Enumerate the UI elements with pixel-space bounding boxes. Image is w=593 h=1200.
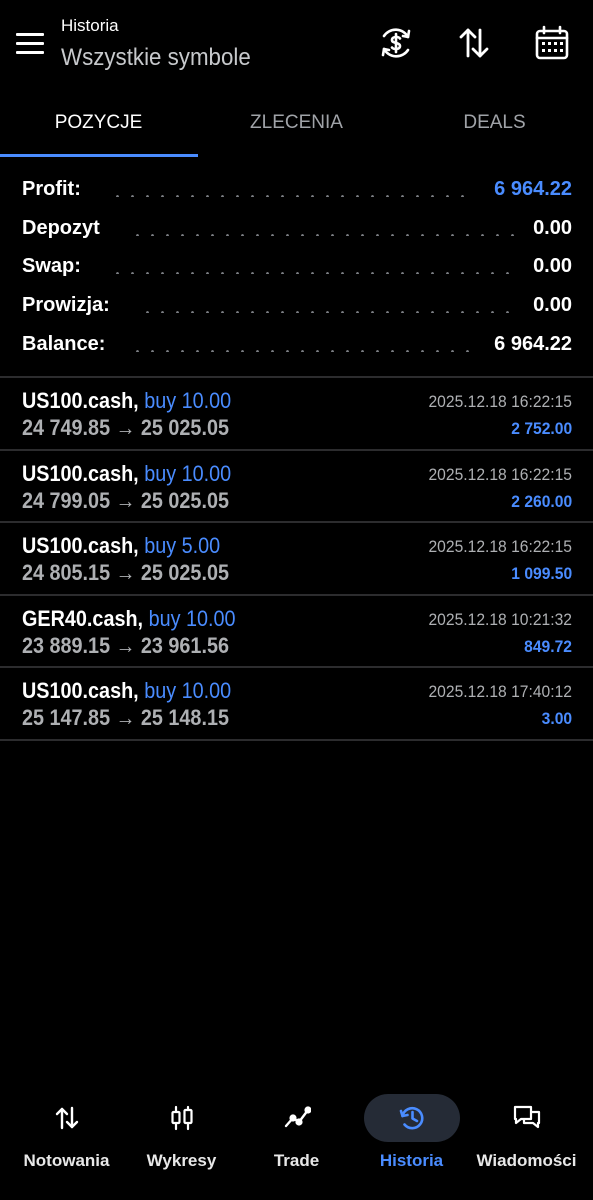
summary-row-profit: Profit: 6 964.22: [22, 178, 572, 208]
summary-row-balance: Balance: 6 964.22: [22, 333, 572, 363]
nav-item-historia[interactable]: Historia: [352, 1080, 471, 1190]
divider: [0, 739, 593, 741]
position-symbol: US100.cash,: [22, 388, 139, 413]
calendar-icon[interactable]: [533, 24, 571, 62]
summary-label: Depozyt: [22, 217, 106, 240]
position-prices: 24 805.15 → 25 025.05: [22, 560, 229, 585]
nav-item-trade[interactable]: Trade: [237, 1080, 356, 1190]
position-time: 2025.12.18 16:22:15: [428, 465, 572, 484]
summary-value: 6 964.22: [494, 333, 572, 355]
position-profit: 2 260.00: [511, 492, 572, 511]
summary-value: 0.00: [533, 294, 572, 316]
position-profit: 849.72: [524, 637, 572, 656]
dotted-leader: [140, 311, 518, 313]
tab-pozycje[interactable]: POZYCJE: [0, 90, 197, 158]
position-prices: 24 799.05 → 25 025.05: [22, 488, 229, 513]
position-prices: 25 147.85 → 25 148.15: [22, 705, 229, 730]
nav-icon-container: [479, 1094, 575, 1142]
nav-label: Historia: [379, 1151, 444, 1170]
history-icon: [399, 1106, 424, 1130]
trade-line-icon: [284, 1106, 311, 1128]
history-tabs: POZYCJE ZLECENIA DEALS: [0, 90, 593, 158]
quotes-arrows-icon: [55, 1106, 78, 1130]
dotted-leader: [110, 272, 518, 274]
position-action: buy 10.00: [144, 461, 232, 486]
position-row[interactable]: US100.cash, buy 10.00 24 799.05 → 25 025…: [0, 451, 593, 523]
position-action: buy 10.00: [144, 388, 232, 413]
position-time: 2025.12.18 16:22:15: [428, 537, 572, 556]
symbol-filter-title[interactable]: Wszystkie symbole: [61, 44, 251, 72]
screen-subtitle: Historia: [61, 16, 119, 35]
nav-label: Notowania: [23, 1151, 110, 1170]
summary-label: Profit:: [22, 178, 87, 201]
position-action: buy 10.00: [144, 678, 232, 703]
tab-zlecenia[interactable]: ZLECENIA: [198, 90, 395, 158]
top-app-bar: Historia Wszystkie symbole: [0, 0, 593, 90]
position-symbol: US100.cash,: [22, 461, 139, 486]
position-profit: 3.00: [541, 709, 572, 728]
summary-value: 0.00: [533, 217, 572, 239]
summary-row-depozyt: Depozyt 0.00: [22, 217, 572, 247]
summary-value: 6 964.22: [494, 178, 572, 200]
position-row[interactable]: US100.cash, buy 10.00 25 147.85 → 25 148…: [0, 668, 593, 740]
summary-row-swap: Swap: 0.00: [22, 255, 572, 285]
nav-icon-container: [249, 1094, 345, 1142]
position-prices: 23 889.15 → 23 961.56: [22, 633, 229, 658]
active-tab-indicator: [0, 154, 198, 157]
summary-value: 0.00: [533, 255, 572, 277]
nav-icon-container: [134, 1094, 230, 1142]
tab-deals[interactable]: DEALS: [396, 90, 593, 158]
candlestick-icon: [170, 1105, 193, 1131]
nav-icon-container: [363, 1094, 460, 1142]
nav-item-wiadomosci[interactable]: Wiadomości: [467, 1080, 586, 1190]
position-action: buy 5.00: [144, 533, 221, 558]
dotted-leader: [130, 350, 472, 352]
summary-row-prowizja: Prowizja: 0.00: [22, 294, 572, 324]
summary-label: Balance:: [22, 333, 112, 356]
nav-icon-container: [19, 1094, 115, 1142]
summary-label: Prowizja:: [22, 294, 116, 317]
position-row[interactable]: US100.cash, buy 10.00 24 749.85 → 25 025…: [0, 378, 593, 450]
currency-exchange-icon[interactable]: [377, 24, 415, 62]
position-time: 2025.12.18 16:22:15: [428, 392, 572, 411]
position-prices: 24 749.85 → 25 025.05: [22, 415, 229, 440]
summary-label: Swap:: [22, 255, 87, 278]
position-symbol: US100.cash,: [22, 678, 139, 703]
position-time: 2025.12.18 10:21:32: [428, 610, 572, 629]
dotted-leader: [110, 195, 476, 197]
nav-label: Wykresy: [146, 1151, 217, 1170]
sort-arrows-icon[interactable]: [455, 24, 493, 62]
nav-item-notowania[interactable]: Notowania: [7, 1080, 126, 1190]
nav-label: Trade: [273, 1151, 320, 1170]
position-profit: 1 099.50: [511, 564, 572, 583]
position-profit: 2 752.00: [511, 419, 572, 438]
position-time: 2025.12.18 17:40:12: [428, 682, 572, 701]
position-row[interactable]: GER40.cash, buy 10.00 23 889.15 → 23 961…: [0, 596, 593, 668]
position-row[interactable]: US100.cash, buy 5.00 24 805.15 → 25 025.…: [0, 523, 593, 595]
position-symbol: GER40.cash,: [22, 606, 144, 631]
position-symbol: US100.cash,: [22, 533, 139, 558]
nav-item-wykresy[interactable]: Wykresy: [122, 1080, 241, 1190]
bottom-navigation: Notowania Wykresy Trade Historia Wiadomo…: [0, 1080, 593, 1200]
nav-label: Wiadomości: [476, 1151, 577, 1170]
messages-icon: [513, 1105, 540, 1129]
menu-icon[interactable]: [16, 33, 44, 55]
position-action: buy 10.00: [148, 606, 236, 631]
dotted-leader: [130, 234, 518, 236]
